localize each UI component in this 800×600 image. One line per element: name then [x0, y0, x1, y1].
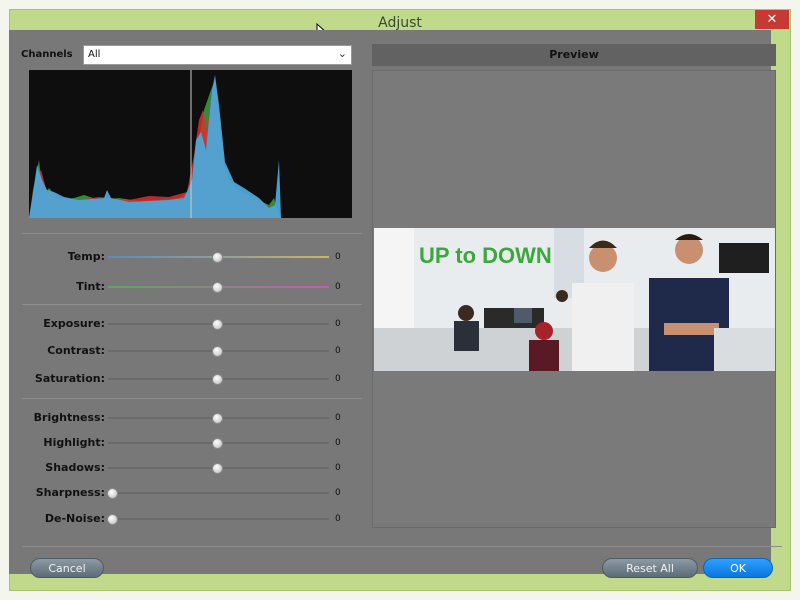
slider-label: Tint:	[76, 280, 105, 293]
channels-label: Channels	[21, 49, 73, 60]
slider-thumb[interactable]	[212, 438, 223, 449]
slider-value: 0	[335, 252, 341, 262]
slider-label: Brightness:	[33, 411, 105, 424]
logo-text: UP to DOWN	[419, 243, 552, 268]
slider-row: Shadows: 0	[0, 459, 370, 477]
slider-track[interactable]	[108, 518, 329, 520]
slider-row: Sharpness: 0	[0, 484, 370, 502]
slider-value: 0	[335, 438, 341, 448]
slider-thumb[interactable]	[212, 463, 223, 474]
slider-label: Shadows:	[45, 461, 105, 474]
slider-value: 0	[335, 319, 341, 329]
histogram-graph	[29, 70, 281, 218]
divider-group-2	[22, 398, 362, 399]
slider-thumb[interactable]	[107, 488, 118, 499]
close-button[interactable]: ✕	[755, 10, 789, 29]
slider-row: Brightness: 0	[0, 409, 370, 427]
slider-label: Exposure:	[43, 317, 105, 330]
slider-label: Saturation:	[34, 372, 105, 385]
slider-value: 0	[335, 514, 341, 524]
slider-label: Highlight:	[43, 436, 105, 449]
preview-header: Preview	[372, 44, 776, 66]
uptodown-logo: UP to DOWN	[419, 243, 552, 268]
slider-thumb[interactable]	[107, 514, 118, 525]
slider-thumb[interactable]	[212, 319, 223, 330]
slider-value: 0	[335, 463, 341, 473]
slider-value: 0	[335, 413, 341, 423]
slider-label: De-Noise:	[44, 512, 105, 525]
chevron-down-icon: ⌄	[337, 47, 347, 60]
slider-thumb[interactable]	[212, 282, 223, 293]
slider-row: De-Noise: 0	[0, 510, 370, 528]
slider-row: Highlight: 0	[0, 434, 370, 452]
ok-button[interactable]: OK	[703, 558, 773, 578]
slider-row: Saturation: 0	[0, 370, 370, 388]
preview-image: UP to DOWN	[374, 228, 775, 371]
slider-row: Contrast: 0	[0, 342, 370, 360]
divider-top	[22, 233, 362, 234]
slider-track[interactable]	[108, 492, 329, 494]
reset-all-button[interactable]: Reset All	[602, 558, 698, 578]
slider-row: Exposure: 0	[0, 315, 370, 333]
channels-dropdown[interactable]: All ⌄	[83, 45, 352, 65]
slider-row: Tint: 0	[0, 278, 370, 296]
slider-thumb[interactable]	[212, 374, 223, 385]
window-title: Adjust	[378, 15, 422, 31]
slider-thumb[interactable]	[212, 252, 223, 263]
slider-row: Temp: 0	[0, 248, 370, 266]
divider-group-1	[22, 304, 362, 305]
histogram	[29, 70, 352, 218]
cancel-button[interactable]: Cancel	[30, 558, 104, 578]
slider-thumb[interactable]	[212, 413, 223, 424]
slider-label: Sharpness:	[35, 486, 105, 499]
slider-value: 0	[335, 488, 341, 498]
slider-thumb[interactable]	[212, 346, 223, 357]
slider-value: 0	[335, 346, 341, 356]
slider-value: 0	[335, 374, 341, 384]
divider-bottom	[22, 546, 782, 547]
channels-value: All	[88, 49, 101, 60]
slider-label: Contrast:	[47, 344, 105, 357]
slider-value: 0	[335, 282, 341, 292]
slider-label: Temp:	[67, 250, 105, 263]
